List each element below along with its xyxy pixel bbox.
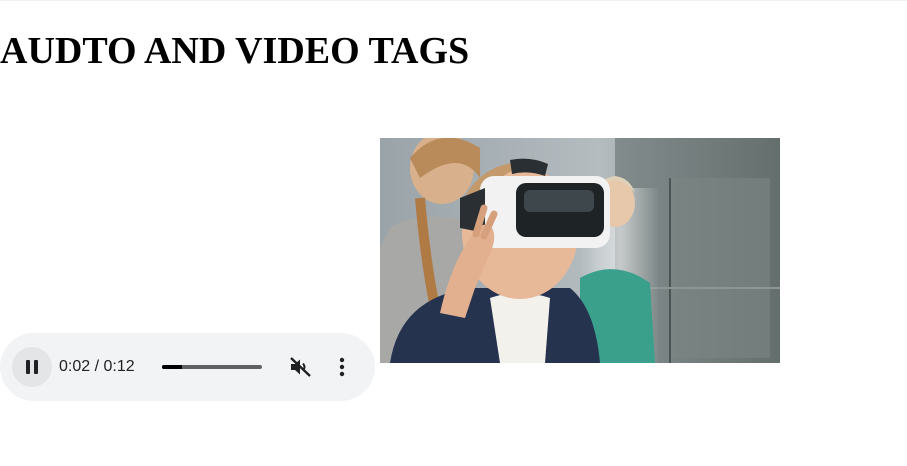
page: AUDTO AND VIDEO TAGS 0:02 / 0:12 — [0, 0, 907, 466]
top-divider — [0, 0, 907, 1]
video-frame — [380, 138, 780, 363]
page-title: AUDTO AND VIDEO TAGS — [0, 30, 470, 72]
progress-slider[interactable] — [162, 365, 262, 369]
progress-fill — [162, 365, 182, 369]
more-vertical-icon — [339, 357, 345, 377]
mute-button[interactable] — [288, 355, 314, 379]
audio-player[interactable]: 0:02 / 0:12 — [0, 333, 375, 401]
time-display: 0:02 / 0:12 — [59, 358, 135, 375]
more-options-button[interactable] — [332, 353, 352, 381]
video-player[interactable] — [380, 138, 780, 363]
pause-button[interactable] — [12, 347, 52, 387]
volume-muted-icon — [290, 357, 311, 377]
